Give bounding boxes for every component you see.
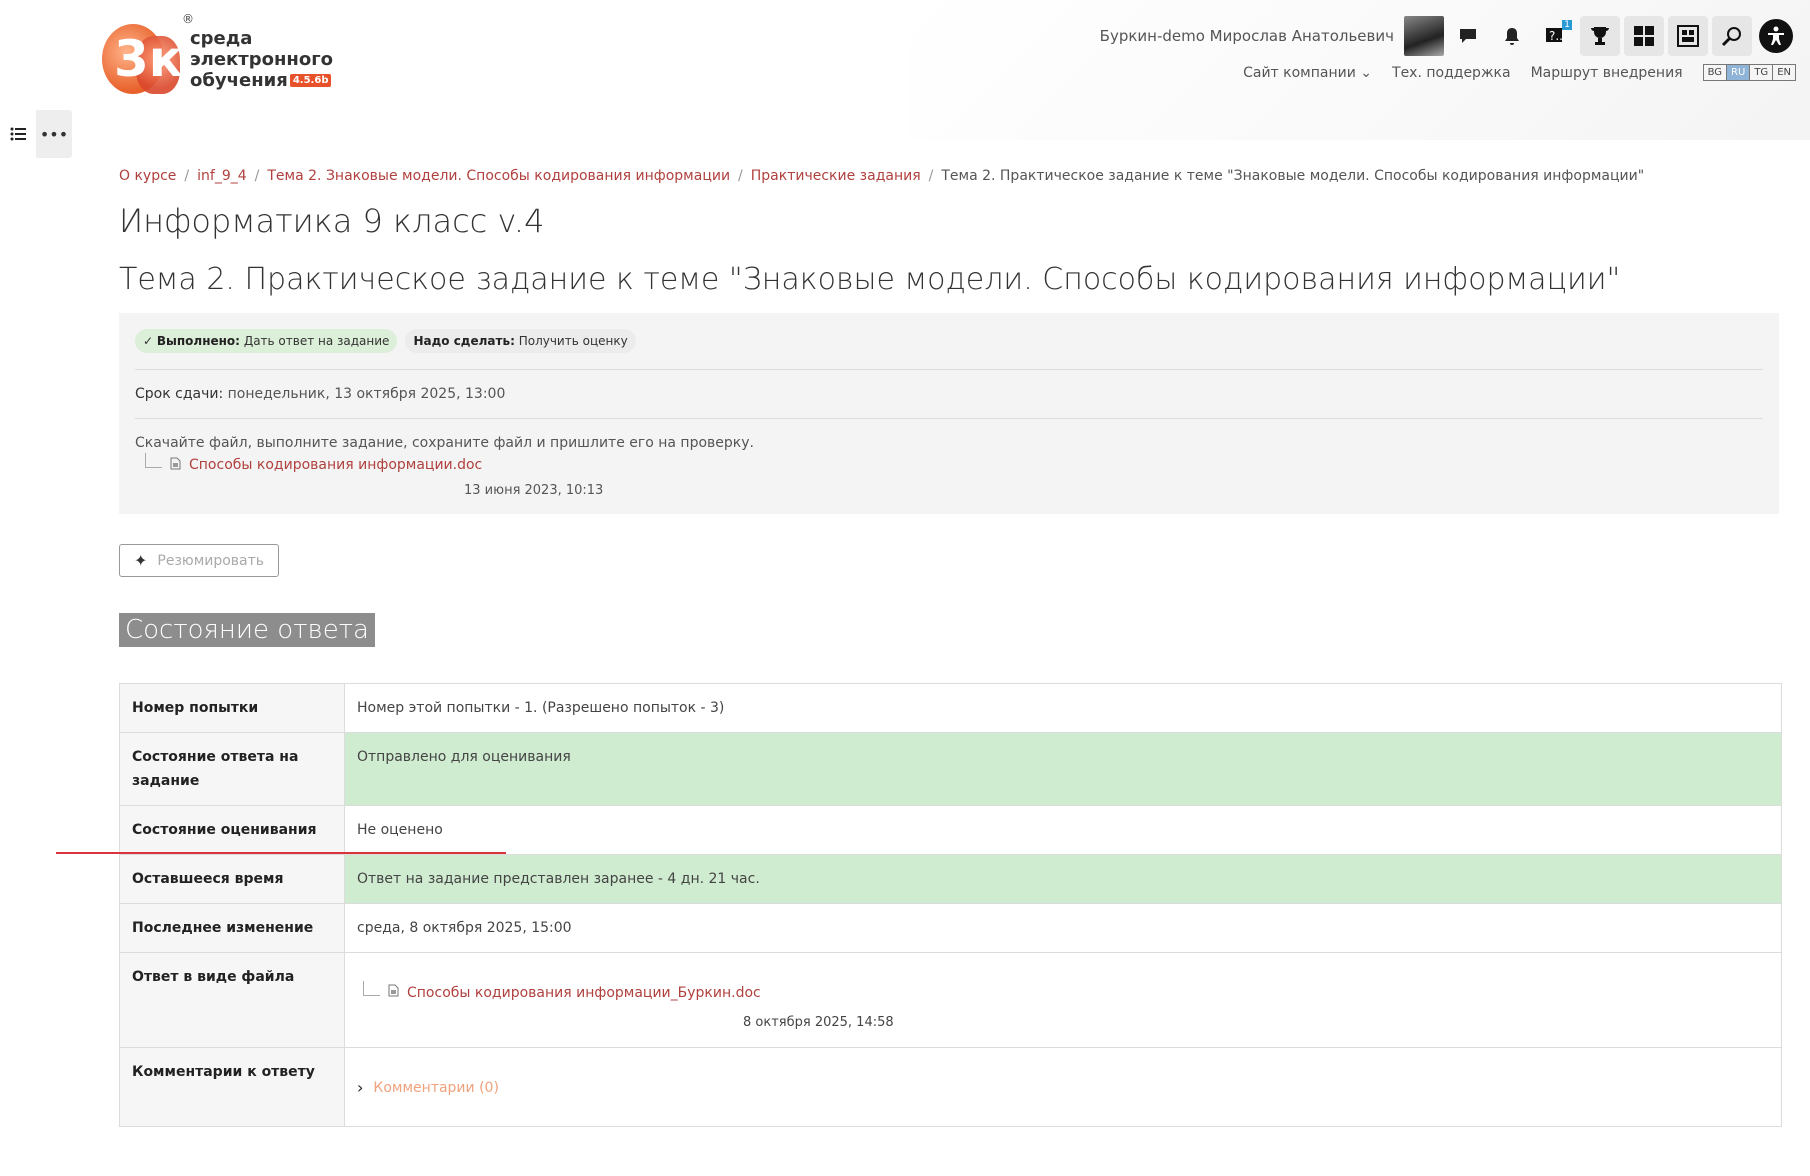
accessibility-icon[interactable] — [1756, 16, 1796, 56]
row-value: Способы кодирования информации_Буркин.do… — [344, 952, 1782, 1048]
intro-file: Способы кодирования информации.doc — [145, 452, 1763, 473]
more-menu-icon[interactable]: ••• — [36, 110, 72, 158]
row-label: Состояние ответа на задание — [119, 732, 345, 806]
row-value: Номер этой попытки - 1. (Разрешено попыт… — [344, 683, 1782, 733]
row-value: среда, 8 октября 2025, 15:00 — [344, 903, 1782, 953]
user-bar: Буркин-demo Мирослав Анатольевич ?.. 1 — [1100, 16, 1796, 56]
help-icon[interactable]: ?.. 1 — [1536, 16, 1576, 56]
table-row: Состояние оценивания Не оценено — [119, 805, 1782, 855]
completion-todo-badge: Надо сделать: Получить оценку — [405, 329, 636, 353]
table-row: Состояние ответа на задание Отправлено д… — [119, 732, 1782, 806]
top-navigation: Сайт компании ⌄ Тех. поддержка Маршрут в… — [1243, 64, 1796, 81]
comments-toggle[interactable]: › Комментарии (0) — [357, 1076, 1769, 1100]
submission-status-heading: Состояние ответа — [119, 613, 375, 647]
logo-text: среда электронного обучения 4.5.6b — [190, 27, 333, 91]
summarize-button[interactable]: ✦ Резюмировать — [119, 544, 280, 577]
nav-route[interactable]: Маршрут внедрения — [1531, 65, 1683, 81]
sparkle-icon: ✦ — [134, 551, 148, 570]
logo-version: 4.5.6b — [289, 74, 332, 87]
breadcrumb-item[interactable]: О курсе — [119, 168, 176, 184]
lang-en[interactable]: EN — [1772, 65, 1795, 80]
activity-info: ✓ Выполнено: Дать ответ на задание Надо … — [119, 313, 1779, 514]
drawer-tools: ••• — [0, 110, 72, 158]
comments-link[interactable]: Комментарии (0) — [373, 1076, 499, 1100]
submitted-file: Способы кодирования информации_Буркин.do… — [357, 980, 1769, 1005]
chevron-down-icon: ⌄ — [1360, 64, 1373, 81]
breadcrumb-current: Тема 2. Практическое задание к теме "Зна… — [941, 168, 1645, 184]
language-switcher: BG RU TG EN — [1702, 64, 1796, 81]
table-row: Комментарии к ответу › Комментарии (0) — [119, 1047, 1782, 1127]
table-row: Номер попытки Номер этой попытки - 1. (Р… — [119, 683, 1782, 733]
row-value: › Комментарии (0) — [344, 1047, 1782, 1127]
check-icon: ✓ — [143, 334, 154, 348]
table-row: Оставшееся время Ответ на задание предст… — [119, 854, 1782, 904]
main-content: О курсе / inf_9_4 / Тема 2. Знаковые мод… — [119, 168, 1782, 1127]
submission-status-table: Номер попытки Номер этой попытки - 1. (Р… — [119, 683, 1782, 1127]
completion-done-badge: ✓ Выполнено: Дать ответ на задание — [135, 329, 398, 353]
row-label: Состояние оценивания — [119, 805, 345, 855]
course-index-toggle-icon[interactable] — [0, 110, 36, 158]
user-name[interactable]: Буркин-demo Мирослав Анатольевич — [1100, 27, 1394, 45]
row-label: Ответ в виде файла — [119, 952, 345, 1048]
intro-file-date: 13 июня 2023, 10:13 — [464, 483, 604, 498]
row-value: Отправлено для оценивания — [344, 732, 1782, 806]
site-logo[interactable]: 3к ® среда электронного обучения 4.5.6b — [102, 12, 333, 102]
row-label: Оставшееся время — [119, 854, 345, 904]
chevron-right-icon: › — [357, 1078, 364, 1097]
bell-icon[interactable] — [1492, 16, 1532, 56]
page-title: Тема 2. Практическое задание к теме "Зна… — [119, 262, 1621, 297]
row-label: Последнее изменение — [119, 903, 345, 953]
breadcrumb: О курсе / inf_9_4 / Тема 2. Знаковые мод… — [119, 168, 1645, 184]
row-label: Номер попытки — [119, 683, 345, 733]
completion-info: ✓ Выполнено: Дать ответ на задание Надо … — [135, 329, 1763, 353]
trophy-icon[interactable] — [1580, 16, 1620, 56]
nav-support[interactable]: Тех. поддержка — [1392, 65, 1511, 81]
task-intro: Скачайте файл, выполните задание, сохран… — [135, 435, 754, 451]
chat-icon[interactable] — [1448, 16, 1488, 56]
row-value: Ответ на задание представлен заранее - 4… — [344, 854, 1782, 904]
course-title: Информатика 9 класс v.4 — [119, 202, 545, 240]
breadcrumb-item[interactable]: inf_9_4 — [197, 168, 247, 184]
table-row: Ответ в виде файла Способы кодирования и… — [119, 952, 1782, 1048]
search-icon[interactable] — [1712, 16, 1752, 56]
help-badge: 1 — [1562, 20, 1572, 30]
svg-text:?..: ?.. — [1549, 29, 1563, 43]
row-value: Не оценено — [344, 805, 1782, 855]
due-date: Срок сдачи: понедельник, 13 октября 2025… — [135, 386, 506, 402]
row-label: Комментарии к ответу — [119, 1047, 345, 1127]
avatar[interactable] — [1404, 16, 1444, 56]
nav-company-site[interactable]: Сайт компании ⌄ — [1243, 65, 1372, 81]
document-icon — [388, 981, 399, 1005]
catalog-icon[interactable] — [1668, 16, 1708, 56]
table-row: Последнее изменение среда, 8 октября 202… — [119, 903, 1782, 953]
intro-file-link[interactable]: Способы кодирования информации.doc — [189, 457, 482, 473]
breadcrumb-item[interactable]: Практические задания — [751, 168, 921, 184]
lang-bg[interactable]: BG — [1704, 65, 1726, 80]
annotation-underline — [56, 852, 506, 854]
dashboard-icon[interactable] — [1624, 16, 1664, 56]
logo-mark: 3к ® — [102, 12, 194, 100]
submitted-file-date: 8 октября 2025, 14:58 — [743, 1015, 894, 1030]
document-icon — [170, 457, 181, 473]
lang-ru[interactable]: RU — [1726, 65, 1750, 80]
lang-tg[interactable]: TG — [1749, 65, 1772, 80]
submitted-file-link[interactable]: Способы кодирования информации_Буркин.do… — [407, 981, 761, 1005]
breadcrumb-item[interactable]: Тема 2. Знаковые модели. Способы кодиров… — [267, 168, 730, 184]
